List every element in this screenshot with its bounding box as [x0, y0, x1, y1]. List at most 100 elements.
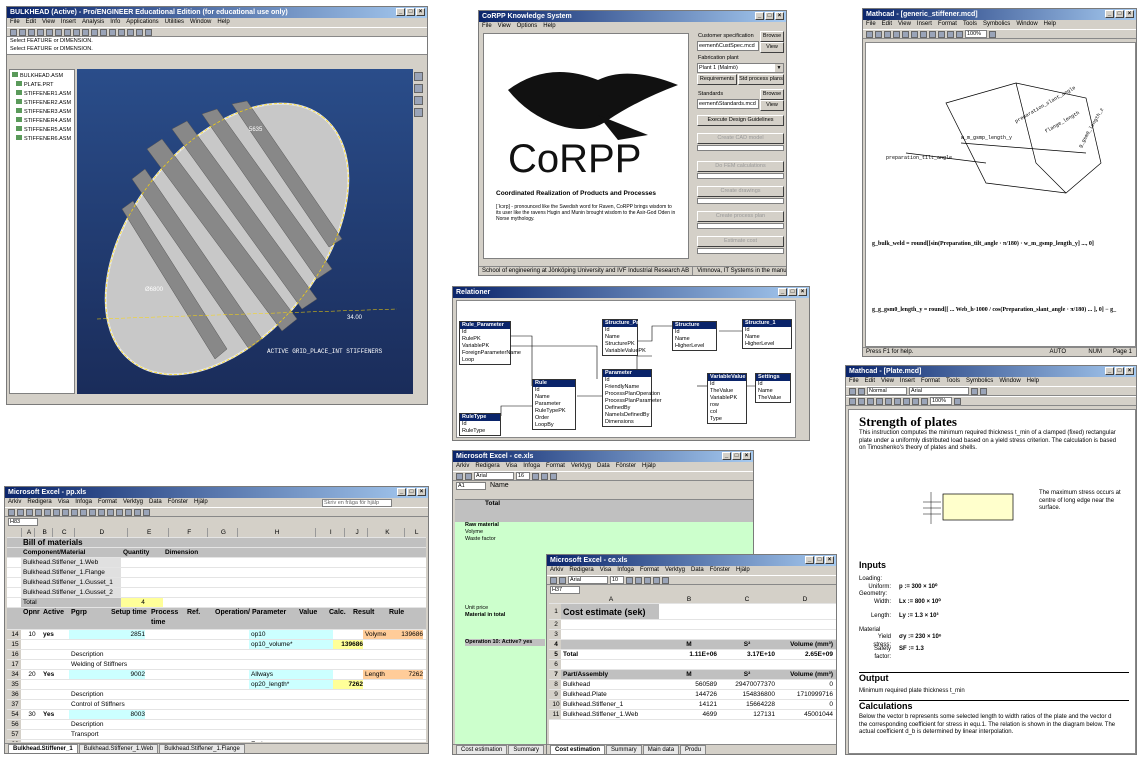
param-cell[interactable]: [249, 650, 333, 659]
sort-icon[interactable]: [62, 508, 69, 516]
open-icon[interactable]: [19, 28, 26, 36]
sum-icon[interactable]: [53, 508, 60, 516]
minimize-icon[interactable]: _: [805, 556, 814, 564]
workflow-button[interactable]: Do FEM calculations: [697, 161, 784, 172]
param-cell[interactable]: [249, 710, 333, 719]
entity-table[interactable]: Settings Id Name TheValue: [755, 373, 791, 403]
menu-item[interactable]: Info: [110, 19, 120, 25]
font-select[interactable]: Arial: [568, 576, 608, 584]
sheet-tab[interactable]: Summary: [606, 745, 642, 754]
active-cell[interactable]: [41, 720, 69, 729]
input-value[interactable]: Lx := 800 × 10⁰: [899, 599, 941, 613]
active-cell[interactable]: [41, 690, 69, 699]
pgrp-cell[interactable]: Description: [69, 720, 145, 729]
tree-item[interactable]: STIFFENER2.ASM: [12, 99, 72, 108]
tree-item[interactable]: STIFFENER5.ASM: [12, 126, 72, 135]
minimize-icon[interactable]: _: [1105, 367, 1114, 375]
open-icon[interactable]: [875, 30, 882, 38]
menu-item[interactable]: Help: [1044, 21, 1056, 27]
menu-item[interactable]: Applications: [126, 19, 158, 25]
close-icon[interactable]: ×: [1125, 10, 1134, 18]
paste-icon[interactable]: [920, 30, 927, 38]
maximize-icon[interactable]: □: [765, 12, 774, 20]
param-cell[interactable]: End: [249, 740, 333, 742]
menu-item[interactable]: Data: [597, 463, 610, 469]
column-header[interactable]: L: [404, 528, 426, 537]
column-header[interactable]: C: [52, 528, 74, 537]
menu-item[interactable]: View: [881, 378, 894, 384]
help-icon[interactable]: [145, 28, 152, 36]
bold-icon[interactable]: [532, 472, 539, 480]
menu-item[interactable]: Window: [1016, 21, 1037, 27]
minimize-icon[interactable]: _: [722, 452, 731, 460]
equation[interactable]: g_g_gsm0_length_y = round[[ ... Web_h·10…: [872, 305, 1134, 315]
value-cell[interactable]: [333, 730, 363, 739]
opnr-cell[interactable]: [21, 720, 41, 729]
param-cell[interactable]: op20_length*: [249, 680, 333, 689]
column-header[interactable]: J: [343, 528, 367, 537]
s-cell[interactable]: 154836800: [717, 690, 775, 699]
opnr-cell[interactable]: [21, 640, 41, 649]
s-cell[interactable]: 29470077370: [717, 680, 775, 689]
style-select[interactable]: Normal: [867, 387, 907, 395]
menu-item[interactable]: Data: [149, 499, 162, 505]
workflow-button[interactable]: Create process plan: [697, 211, 784, 222]
menu-item[interactable]: Hjälp: [194, 499, 208, 505]
save-icon[interactable]: [559, 576, 566, 584]
calc-cell[interactable]: [363, 660, 387, 669]
new-icon[interactable]: [866, 30, 873, 38]
result-cell[interactable]: [387, 720, 423, 729]
tree-item[interactable]: STIFFENER3.ASM: [12, 108, 72, 117]
merge-icon[interactable]: [125, 508, 132, 516]
result-cell[interactable]: [387, 650, 423, 659]
result-cell[interactable]: 139686: [387, 630, 423, 639]
m-cell[interactable]: 14121: [659, 700, 717, 709]
volume-cell[interactable]: 0: [775, 680, 833, 689]
opnr-cell[interactable]: 20: [21, 670, 41, 679]
column-header[interactable]: E: [127, 528, 168, 537]
name-box[interactable]: H83: [8, 517, 38, 526]
value-cell[interactable]: [333, 700, 363, 709]
param-cell[interactable]: [249, 700, 333, 709]
entity-table[interactable]: Structure_Parameter Id Name StructurePK Vari…: [602, 319, 659, 356]
minimize-icon[interactable]: _: [778, 288, 787, 296]
active-cell[interactable]: [41, 640, 69, 649]
param-cell[interactable]: op10: [249, 630, 333, 639]
result-cell[interactable]: [387, 660, 423, 669]
value-cell[interactable]: [333, 690, 363, 699]
menu-item[interactable]: Visa: [58, 499, 70, 505]
value-cell[interactable]: [333, 630, 363, 639]
open-icon[interactable]: [858, 397, 865, 405]
datum-plane-icon[interactable]: [109, 28, 116, 36]
result-cell[interactable]: [387, 740, 423, 742]
menu-item[interactable]: Symbolics: [966, 378, 993, 384]
entity-table[interactable]: Structure Id Name HigherLevel: [672, 321, 717, 351]
column-header[interactable]: F: [168, 528, 207, 537]
tree-item[interactable]: STIFFENER6.ASM: [12, 135, 72, 144]
value-cell[interactable]: [333, 710, 363, 719]
new-icon[interactable]: [550, 576, 557, 584]
menu-item[interactable]: Insert: [61, 19, 76, 25]
menu-item[interactable]: Symbolics: [983, 21, 1010, 27]
input-value[interactable]: SF := 1.3: [899, 646, 924, 658]
active-cell[interactable]: [41, 730, 69, 739]
entity-table[interactable]: Structure_1 Id Name HigherLevel: [742, 319, 792, 349]
redo-icon[interactable]: [938, 30, 945, 38]
entity-table[interactable]: Rule Id Name Parameter RuleTypePK Order LoopBy: [532, 379, 576, 430]
csys-icon[interactable]: [136, 28, 143, 36]
sheet-tab[interactable]: Cost estimation: [456, 745, 508, 754]
entity-table[interactable]: RuleType Id RuleType: [459, 413, 501, 436]
result-cell[interactable]: [387, 680, 423, 689]
menu-item[interactable]: Analysis: [82, 19, 104, 25]
menu-item[interactable]: File: [10, 19, 20, 25]
volume-cell[interactable]: 45001044: [775, 710, 833, 719]
minimize-icon[interactable]: _: [755, 12, 764, 20]
param-cell[interactable]: [249, 660, 333, 669]
save-icon[interactable]: [28, 28, 35, 36]
tree-item[interactable]: BULKHEAD.ASM: [12, 72, 72, 81]
param-cell[interactable]: [249, 690, 333, 699]
align-left-icon[interactable]: [107, 508, 114, 516]
close-icon[interactable]: ×: [416, 8, 425, 16]
active-cell[interactable]: [41, 660, 69, 669]
browse-button[interactable]: Browse: [760, 89, 784, 100]
